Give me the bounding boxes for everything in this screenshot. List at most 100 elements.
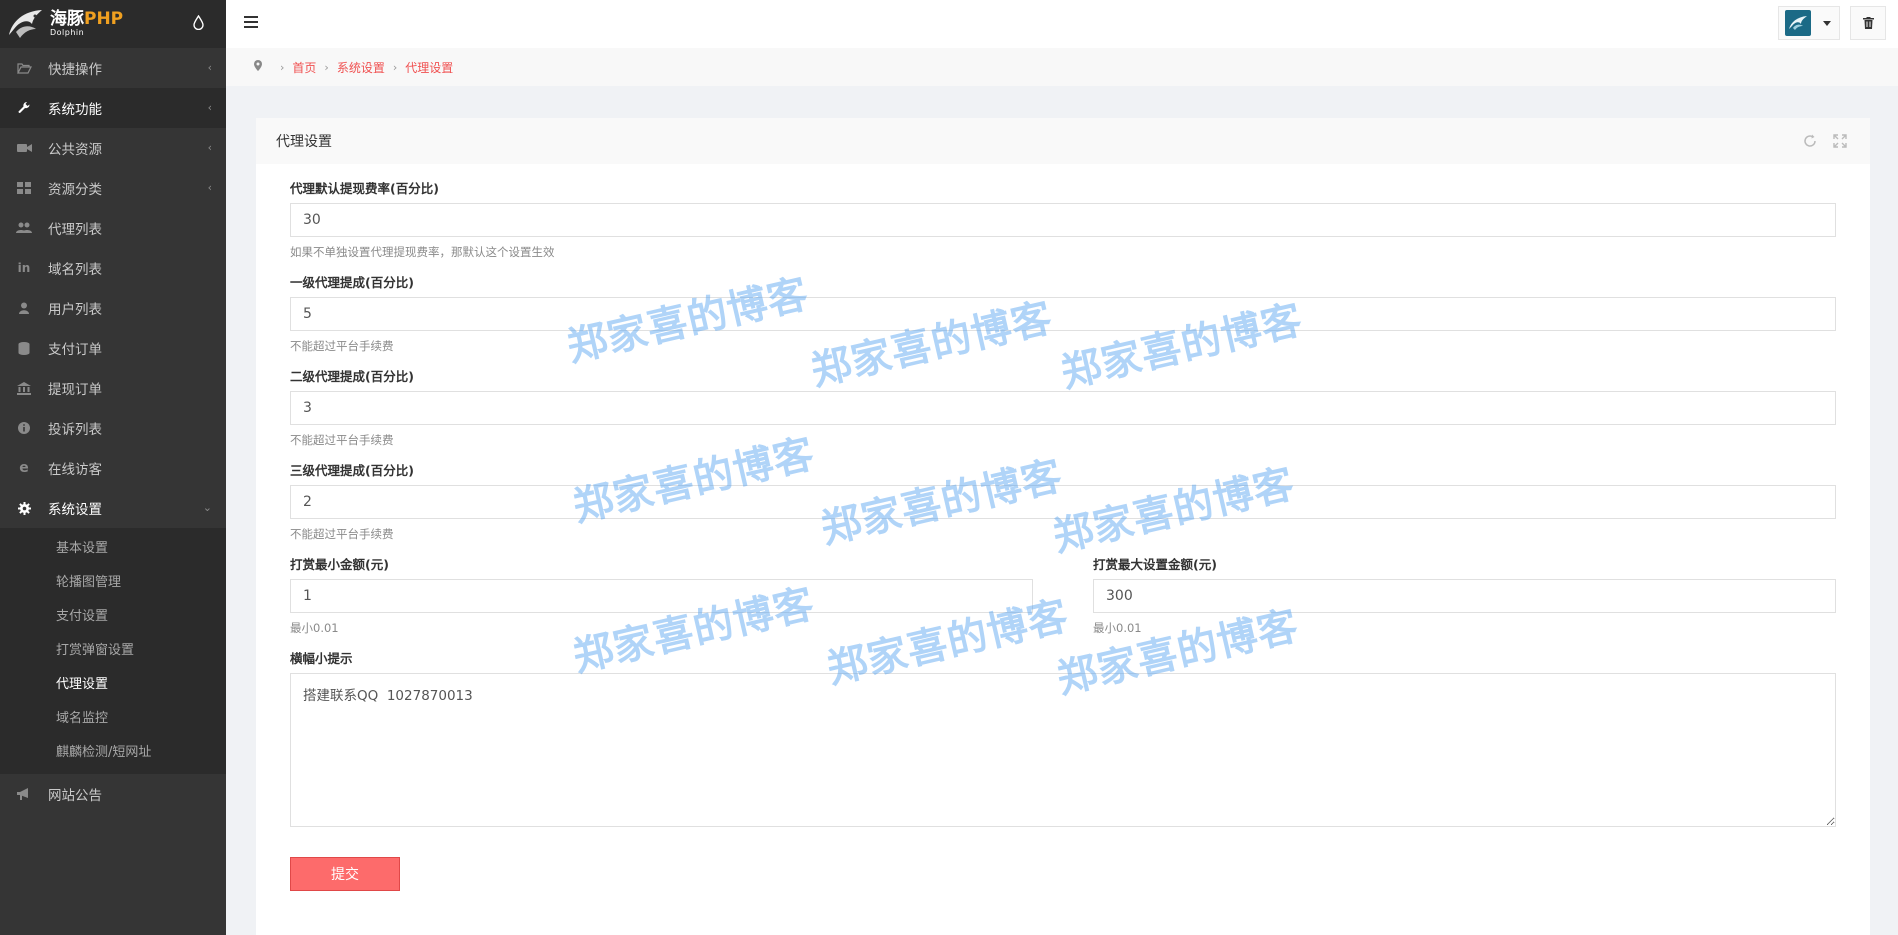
brand-name-cn: 海豚 xyxy=(50,9,84,29)
banner-tip-textarea[interactable]: 搭建联系QQ 1027870013 xyxy=(290,673,1836,827)
field-label: 三级代理提成(百分比) xyxy=(290,463,414,478)
sidebar-item-label: 系统设置 xyxy=(48,502,102,518)
chevron-left-icon: ‹ xyxy=(207,141,212,154)
map-marker-icon xyxy=(254,60,262,74)
breadcrumb-home[interactable]: 首页 xyxy=(292,59,316,76)
brand-sub: Dolphin xyxy=(50,28,85,37)
chevron-left-icon: ‹ xyxy=(207,101,212,114)
sidebar-item-label: 提现订单 xyxy=(48,382,102,398)
panel-title: 代理设置 xyxy=(276,134,332,150)
user-icon xyxy=(16,301,32,315)
breadcrumb-system-settings[interactable]: 系统设置 xyxy=(337,59,385,76)
ie-icon: e xyxy=(19,460,29,476)
sidebar-item-system-functions[interactable]: 系统功能 ‹ xyxy=(0,88,226,128)
field-withdraw-rate: 代理默认提现费率(百分比) 如果不单独设置代理提现费率，那默认这个设置生效 xyxy=(290,178,1836,260)
field-label: 打赏最大设置金额(元) xyxy=(1093,557,1217,572)
submit-button[interactable]: 提交 xyxy=(290,857,400,891)
chevron-down-icon: ⌄ xyxy=(202,501,212,514)
chevron-left-icon: ‹ xyxy=(207,61,212,74)
breadcrumb-separator: › xyxy=(324,60,329,74)
trash-icon xyxy=(1862,17,1874,29)
field-label: 横幅小提示 xyxy=(290,651,353,666)
sidebar-item-label: 用户列表 xyxy=(48,302,102,318)
wrench-icon xyxy=(16,101,32,115)
breadcrumb-separator: › xyxy=(280,60,285,74)
form: 代理默认提现费率(百分比) 如果不单独设置代理提现费率，那默认这个设置生效 一级… xyxy=(256,164,1870,891)
submenu-item-domain-monitor[interactable]: 域名监控 xyxy=(0,702,226,736)
refresh-icon[interactable] xyxy=(1802,133,1818,149)
sidebar-item-online-visitors[interactable]: e 在线访客 xyxy=(0,448,226,488)
field-help: 最小0.01 xyxy=(290,621,339,635)
submenu-item-basic[interactable]: 基本设置 xyxy=(0,532,226,566)
sidebar-item-domain-list[interactable]: in 域名列表 xyxy=(0,248,226,288)
breadcrumb: › 首页 › 系统设置 › 代理设置 xyxy=(226,48,1898,86)
withdraw-rate-input[interactable] xyxy=(290,203,1836,237)
brand[interactable]: 海豚PHP Dolphin xyxy=(0,0,226,48)
brand-name-en: PHP xyxy=(84,9,124,29)
field-help: 不能超过平台手续费 xyxy=(290,527,394,541)
field-label: 二级代理提成(百分比) xyxy=(290,369,414,384)
database-icon xyxy=(16,341,32,355)
field-level1: 一级代理提成(百分比) 不能超过平台手续费 xyxy=(290,272,1836,354)
breadcrumb-separator: › xyxy=(392,60,398,74)
sidebar-item-user-list[interactable]: 用户列表 xyxy=(0,288,226,328)
settings-submenu: 基本设置 轮播图管理 支付设置 打赏弹窗设置 代理设置 域名监控 麒麟检测/短网… xyxy=(0,528,226,774)
sidebar-item-label: 快捷操作 xyxy=(48,62,102,78)
submenu-item-payment[interactable]: 支付设置 xyxy=(0,600,226,634)
sidebar-item-withdraw-orders[interactable]: 提现订单 xyxy=(0,368,226,408)
top-bar xyxy=(226,0,1898,48)
avatar xyxy=(1785,10,1811,36)
level1-commission-input[interactable] xyxy=(290,297,1836,331)
menu-toggle-icon[interactable] xyxy=(244,16,258,30)
chevron-left-icon: ‹ xyxy=(207,181,212,194)
field-level3: 三级代理提成(百分比) 不能超过平台手续费 xyxy=(290,460,1836,542)
user-menu-button[interactable] xyxy=(1778,6,1840,40)
video-camera-icon xyxy=(16,141,32,155)
submenu-item-agent-settings[interactable]: 代理设置 xyxy=(0,668,226,702)
sidebar-item-system-settings[interactable]: 系统设置 ⌄ xyxy=(0,488,226,528)
sidebar-item-announcements[interactable]: 网站公告 xyxy=(0,774,226,814)
breadcrumb-current[interactable]: 代理设置 xyxy=(405,59,453,76)
field-label: 打赏最小金额(元) xyxy=(290,557,389,572)
gear-icon xyxy=(16,501,32,515)
field-min-reward: 打赏最小金额(元) 最小0.01 xyxy=(290,554,1033,636)
sidebar-item-label: 投诉列表 xyxy=(48,422,102,438)
theme-drop-icon[interactable] xyxy=(193,14,204,31)
sidebar-item-complaints[interactable]: 投诉列表 xyxy=(0,408,226,448)
sidebar-item-label: 公共资源 xyxy=(48,142,102,158)
fullscreen-icon[interactable] xyxy=(1832,133,1848,149)
field-help: 不能超过平台手续费 xyxy=(290,339,394,353)
dolphin-logo-icon xyxy=(6,7,46,41)
field-max-reward: 打赏最大设置金额(元) 最小0.01 xyxy=(1093,554,1836,636)
info-circle-icon xyxy=(16,421,32,435)
level2-commission-input[interactable] xyxy=(290,391,1836,425)
sidebar-item-label: 在线访客 xyxy=(48,462,102,478)
sidebar-item-label: 域名列表 xyxy=(48,262,102,278)
folder-open-icon xyxy=(16,61,32,75)
field-label: 代理默认提现费率(百分比) xyxy=(290,181,439,196)
linkedin-icon: in xyxy=(17,261,31,275)
level3-commission-input[interactable] xyxy=(290,485,1836,519)
sidebar-item-resource-category[interactable]: 资源分类 ‹ xyxy=(0,168,226,208)
min-reward-input[interactable] xyxy=(290,579,1033,613)
users-icon xyxy=(16,221,32,235)
field-label: 一级代理提成(百分比) xyxy=(290,275,414,290)
sidebar: 海豚PHP Dolphin 快捷操作 ‹ 系统功能 ‹ 公共资源 ‹ 资源分类 … xyxy=(0,0,226,935)
field-help: 不能超过平台手续费 xyxy=(290,433,394,447)
sidebar-item-label: 代理列表 xyxy=(48,222,102,238)
field-banner-tip: 横幅小提示 搭建联系QQ 1027870013 xyxy=(290,648,1836,831)
sidebar-item-quick[interactable]: 快捷操作 ‹ xyxy=(0,48,226,88)
field-help: 如果不单独设置代理提现费率，那默认这个设置生效 xyxy=(290,245,555,259)
sidebar-item-label: 网站公告 xyxy=(48,788,102,804)
sidebar-item-agent-list[interactable]: 代理列表 xyxy=(0,208,226,248)
sidebar-item-pay-orders[interactable]: 支付订单 xyxy=(0,328,226,368)
sidebar-item-label: 资源分类 xyxy=(48,182,102,198)
submenu-item-reward-popup[interactable]: 打赏弹窗设置 xyxy=(0,634,226,668)
clear-cache-button[interactable] xyxy=(1850,6,1886,40)
bank-icon xyxy=(16,381,32,395)
submenu-item-qilin-check[interactable]: 麒麟检测/短网址 xyxy=(0,736,226,770)
submenu-item-carousel[interactable]: 轮播图管理 xyxy=(0,566,226,600)
max-reward-input[interactable] xyxy=(1093,579,1836,613)
sidebar-item-public-resources[interactable]: 公共资源 ‹ xyxy=(0,128,226,168)
th-large-icon xyxy=(16,181,32,195)
